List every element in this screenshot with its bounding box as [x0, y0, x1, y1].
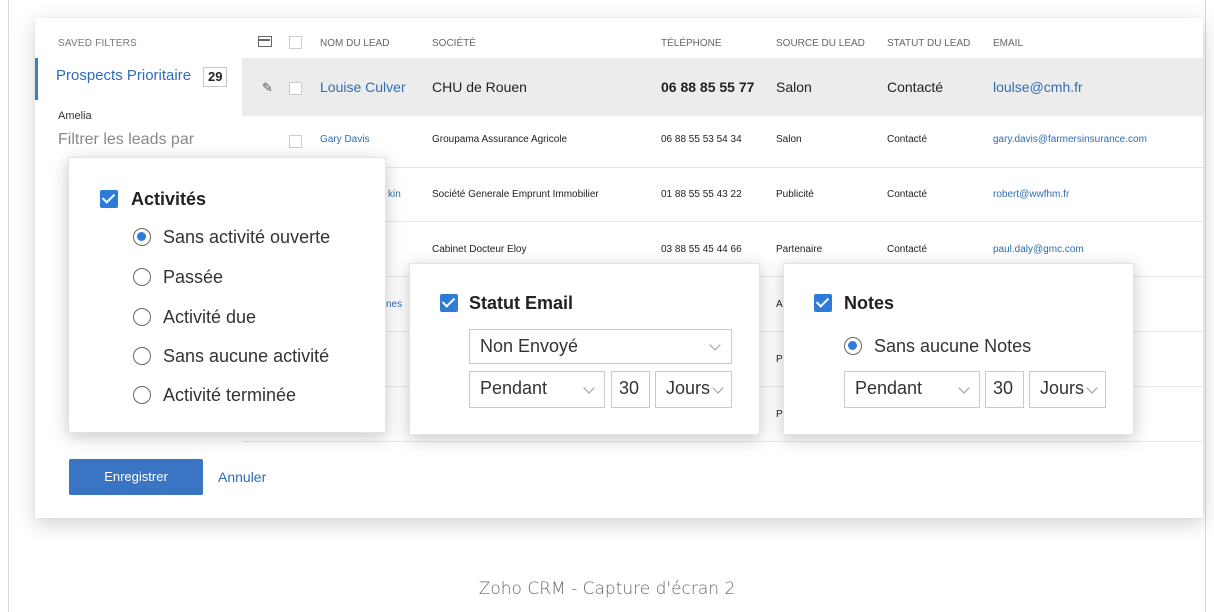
row-divider [242, 441, 1203, 442]
chevron-down-icon [583, 382, 595, 394]
column-header-phone[interactable]: TÉLÉPHONE [661, 38, 722, 49]
option-label[interactable]: Passée [163, 267, 223, 288]
row-divider [242, 167, 1203, 168]
chevron-down-icon [712, 382, 724, 394]
lead-email[interactable]: paul.daly@gmc.com [993, 244, 1084, 255]
unit-value: Jours [666, 378, 711, 398]
lead-company: Cabinet Docteur Eloy [432, 244, 527, 255]
email-status-checkbox[interactable] [440, 294, 458, 312]
filter-leads-label: Filtrer les leads par [58, 131, 195, 148]
save-button[interactable]: Enregistrer [69, 459, 203, 495]
lead-name[interactable]: nes [386, 299, 402, 310]
saved-filters-heading: SAVED FILTERS [58, 38, 137, 49]
lead-email[interactable]: loulse@cmh.fr [993, 79, 1083, 95]
lead-source: Salon [776, 134, 802, 145]
unit-select[interactable]: Jours [655, 371, 732, 408]
lead-company: Groupama Assurance Agricole [432, 134, 568, 145]
lead-name[interactable]: kin [388, 189, 401, 200]
image-caption: Zoho CRM - Capture d'écran 2 [478, 579, 736, 599]
lead-phone: 06 88 85 55 77 [661, 79, 755, 95]
lead-source: Salon [776, 79, 812, 95]
column-settings-icon[interactable] [258, 36, 272, 47]
lead-name[interactable]: Gary Davis [320, 134, 369, 145]
lead-phone: 01 88 55 55 43 22 [661, 189, 742, 200]
activities-filter-popup: Activités Sans activité ouverte Passée A… [68, 157, 386, 433]
column-header-source[interactable]: SOURCE DU LEAD [776, 38, 865, 49]
email-status-popup: Statut Email Non Envoyé Pendant 30 Jours [409, 263, 760, 435]
lead-source: A [776, 299, 783, 310]
saved-filter-name[interactable]: Prospects Prioritaire [56, 67, 191, 84]
option-label[interactable]: Activité due [163, 307, 256, 328]
days-number-value: 30 [619, 378, 640, 398]
notes-title: Notes [844, 293, 895, 313]
lead-phone: 03 88 55 45 44 66 [661, 244, 742, 255]
radio-no-open-activity[interactable] [133, 228, 151, 246]
email-status-value: Non Envoyé [480, 336, 579, 356]
option-label[interactable]: Sans aucune Notes [874, 336, 1031, 357]
lead-name[interactable]: Louise Culver [320, 79, 406, 95]
lead-status: Contacté [887, 189, 928, 200]
column-header-status[interactable]: STATUT DU LEAD [887, 38, 970, 49]
lead-phone: 06 88 55 53 54 34 [661, 134, 742, 145]
row-divider [242, 221, 1203, 222]
notes-unit-select[interactable]: Jours [1029, 371, 1106, 408]
user-name: Amelia [58, 110, 92, 122]
lead-source: Partenaire [776, 244, 823, 255]
period-select[interactable]: Pendant [469, 371, 605, 408]
lead-email[interactable]: gary.davis@farmersinsurance.com [993, 134, 1147, 145]
lead-source: P [776, 409, 783, 420]
column-header-company[interactable]: SOCIÉTÉ [432, 38, 476, 49]
column-header-email[interactable]: EMAIL [993, 38, 1023, 49]
lead-source: P [776, 354, 783, 365]
column-header-name[interactable]: NOM DU LEAD [320, 38, 389, 49]
select-all-checkbox[interactable] [289, 36, 302, 49]
radio-due[interactable] [133, 308, 151, 326]
period-value: Pendant [480, 378, 548, 398]
notes-days-number-input[interactable]: 30 [985, 371, 1024, 408]
filter-count-badge: 29 [203, 67, 228, 87]
days-number-value: 30 [993, 378, 1014, 398]
option-label[interactable]: Activité terminée [163, 385, 296, 406]
lead-status: Contacté [887, 79, 944, 95]
activities-title: Activités [131, 189, 207, 209]
radio-no-notes[interactable] [844, 337, 862, 355]
chevron-down-icon [709, 339, 721, 351]
row-checkbox[interactable] [289, 135, 302, 148]
notes-period-select[interactable]: Pendant [844, 371, 980, 408]
email-status-title: Statut Email [469, 293, 574, 313]
option-label[interactable]: Sans aucune activité [163, 346, 329, 367]
cancel-link[interactable]: Annuler [218, 469, 266, 485]
email-status-select[interactable]: Non Envoyé [469, 329, 732, 364]
lead-status: Contacté [887, 244, 928, 255]
activities-checkbox[interactable] [100, 190, 118, 208]
lead-status: Contacté [887, 134, 928, 145]
chevron-down-icon [958, 382, 970, 394]
lead-source: Publicité [776, 189, 814, 200]
lead-company: Société Generale Emprunt Immobilier [432, 189, 599, 200]
radio-completed[interactable] [133, 386, 151, 404]
period-value: Pendant [855, 378, 923, 398]
notes-checkbox[interactable] [814, 294, 832, 312]
lead-email[interactable]: robert@wwfhm.fr [993, 189, 1069, 200]
chevron-down-icon [1086, 382, 1098, 394]
days-number-input[interactable]: 30 [611, 371, 650, 408]
lead-company: CHU de Rouen [432, 79, 527, 95]
unit-value: Jours [1040, 378, 1085, 398]
row-checkbox[interactable] [289, 82, 302, 95]
radio-no-activity[interactable] [133, 347, 151, 365]
radio-past[interactable] [133, 268, 151, 286]
edit-pencil-icon[interactable]: ✎ [262, 80, 273, 96]
notes-filter-popup: Notes Sans aucune Notes Pendant 30 Jours [783, 263, 1134, 435]
option-label[interactable]: Sans activité ouverte [163, 227, 330, 248]
